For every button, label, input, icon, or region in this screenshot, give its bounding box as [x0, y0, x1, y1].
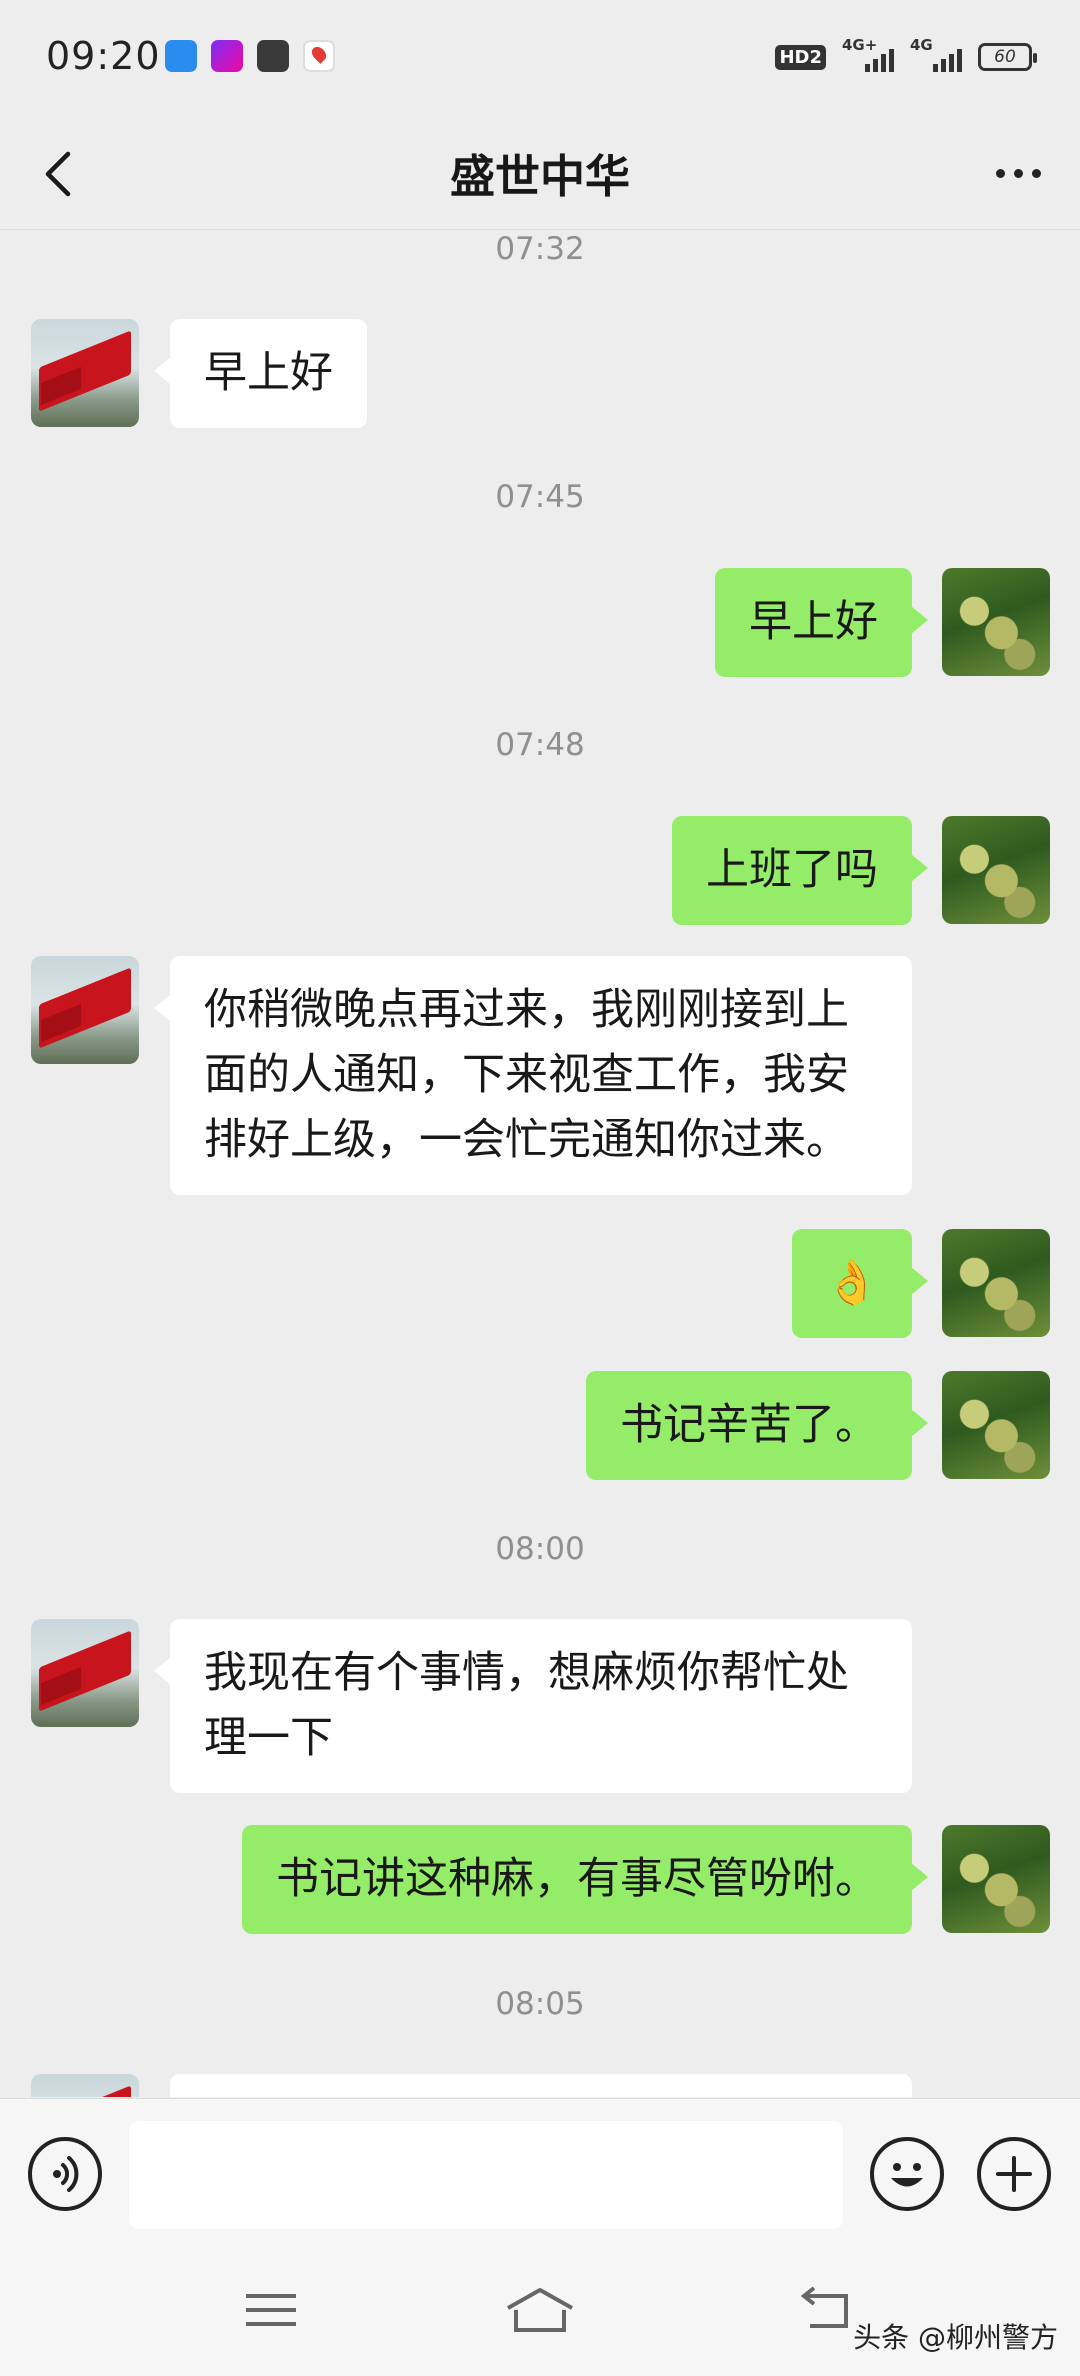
my-avatar[interactable]	[942, 568, 1050, 676]
signal-icon-2: 4G	[910, 36, 962, 74]
battery-level: 60	[994, 47, 1016, 67]
chat-screen: 09:20 HD2 4G+ 4G 60 盛世中华 07:32 早上好 07:45…	[0, 0, 1080, 2376]
sent-message[interactable]: 上班了吗	[672, 816, 928, 925]
timestamp: 07:32	[495, 231, 585, 267]
message-app-icon	[257, 40, 289, 72]
hd-badge: HD2	[775, 44, 826, 70]
chat-header: 盛世中华	[0, 118, 1080, 230]
received-message[interactable]: 早上好	[154, 319, 367, 428]
status-right: HD2 4G+ 4G 60	[775, 36, 1037, 74]
battery-icon: 60	[978, 43, 1037, 71]
sent-message[interactable]: 书记辛苦了。	[586, 1371, 928, 1480]
notification-icons	[165, 40, 335, 72]
signal-icon: 4G+	[842, 36, 894, 74]
sent-message-emoji[interactable]: 👌	[792, 1229, 928, 1338]
message-input[interactable]	[129, 2121, 843, 2229]
chat-title: 盛世中华	[449, 150, 630, 203]
contact-avatar[interactable]	[31, 1619, 139, 1727]
voice-icon[interactable]	[28, 2137, 102, 2211]
status-time: 09:20	[46, 34, 161, 78]
back-nav-icon[interactable]	[790, 2280, 860, 2340]
contact-avatar[interactable]	[31, 319, 139, 427]
contact-avatar[interactable]	[31, 956, 139, 1064]
system-nav-bar: 头条 @柳州警方	[0, 2250, 1080, 2376]
status-bar: 09:20 HD2 4G+ 4G 60	[0, 0, 1080, 118]
received-message[interactable]: 你稍微晚点再过来，我刚刚接到上面的人通知，下来视查工作，我安排好上级，一会忙完通…	[154, 956, 912, 1195]
input-bar	[0, 2098, 1080, 2250]
watermark: 头条 @柳州警方	[853, 2321, 1058, 2354]
timestamp: 08:05	[495, 1986, 585, 2022]
timestamp: 07:45	[495, 479, 585, 515]
signal-app-icon	[165, 40, 197, 72]
message-list[interactable]: 07:32 早上好 07:45 早上好 07:48 上班了吗 你稍微晚点再过来，…	[0, 231, 1080, 2097]
more-icon[interactable]	[986, 146, 1050, 200]
plus-icon[interactable]	[977, 2137, 1051, 2211]
my-avatar[interactable]	[942, 1371, 1050, 1479]
timestamp: 07:48	[495, 727, 585, 763]
contact-avatar[interactable]	[31, 2074, 139, 2097]
location-app-icon	[303, 40, 335, 72]
sent-message[interactable]: 书记讲这种麻，有事尽管吩咐。	[242, 1825, 928, 1934]
received-message-partial[interactable]	[170, 2074, 912, 2097]
video-app-icon	[211, 40, 243, 72]
my-avatar[interactable]	[942, 1229, 1050, 1337]
my-avatar[interactable]	[942, 816, 1050, 924]
received-message[interactable]: 我现在有个事情，想麻烦你帮忙处理一下	[154, 1619, 912, 1793]
my-avatar[interactable]	[942, 1825, 1050, 1933]
home-icon[interactable]	[500, 2280, 580, 2340]
menu-icon[interactable]	[236, 2280, 306, 2340]
emoji-icon[interactable]	[870, 2137, 944, 2211]
timestamp: 08:00	[495, 1531, 585, 1567]
sent-message[interactable]: 早上好	[715, 568, 928, 677]
